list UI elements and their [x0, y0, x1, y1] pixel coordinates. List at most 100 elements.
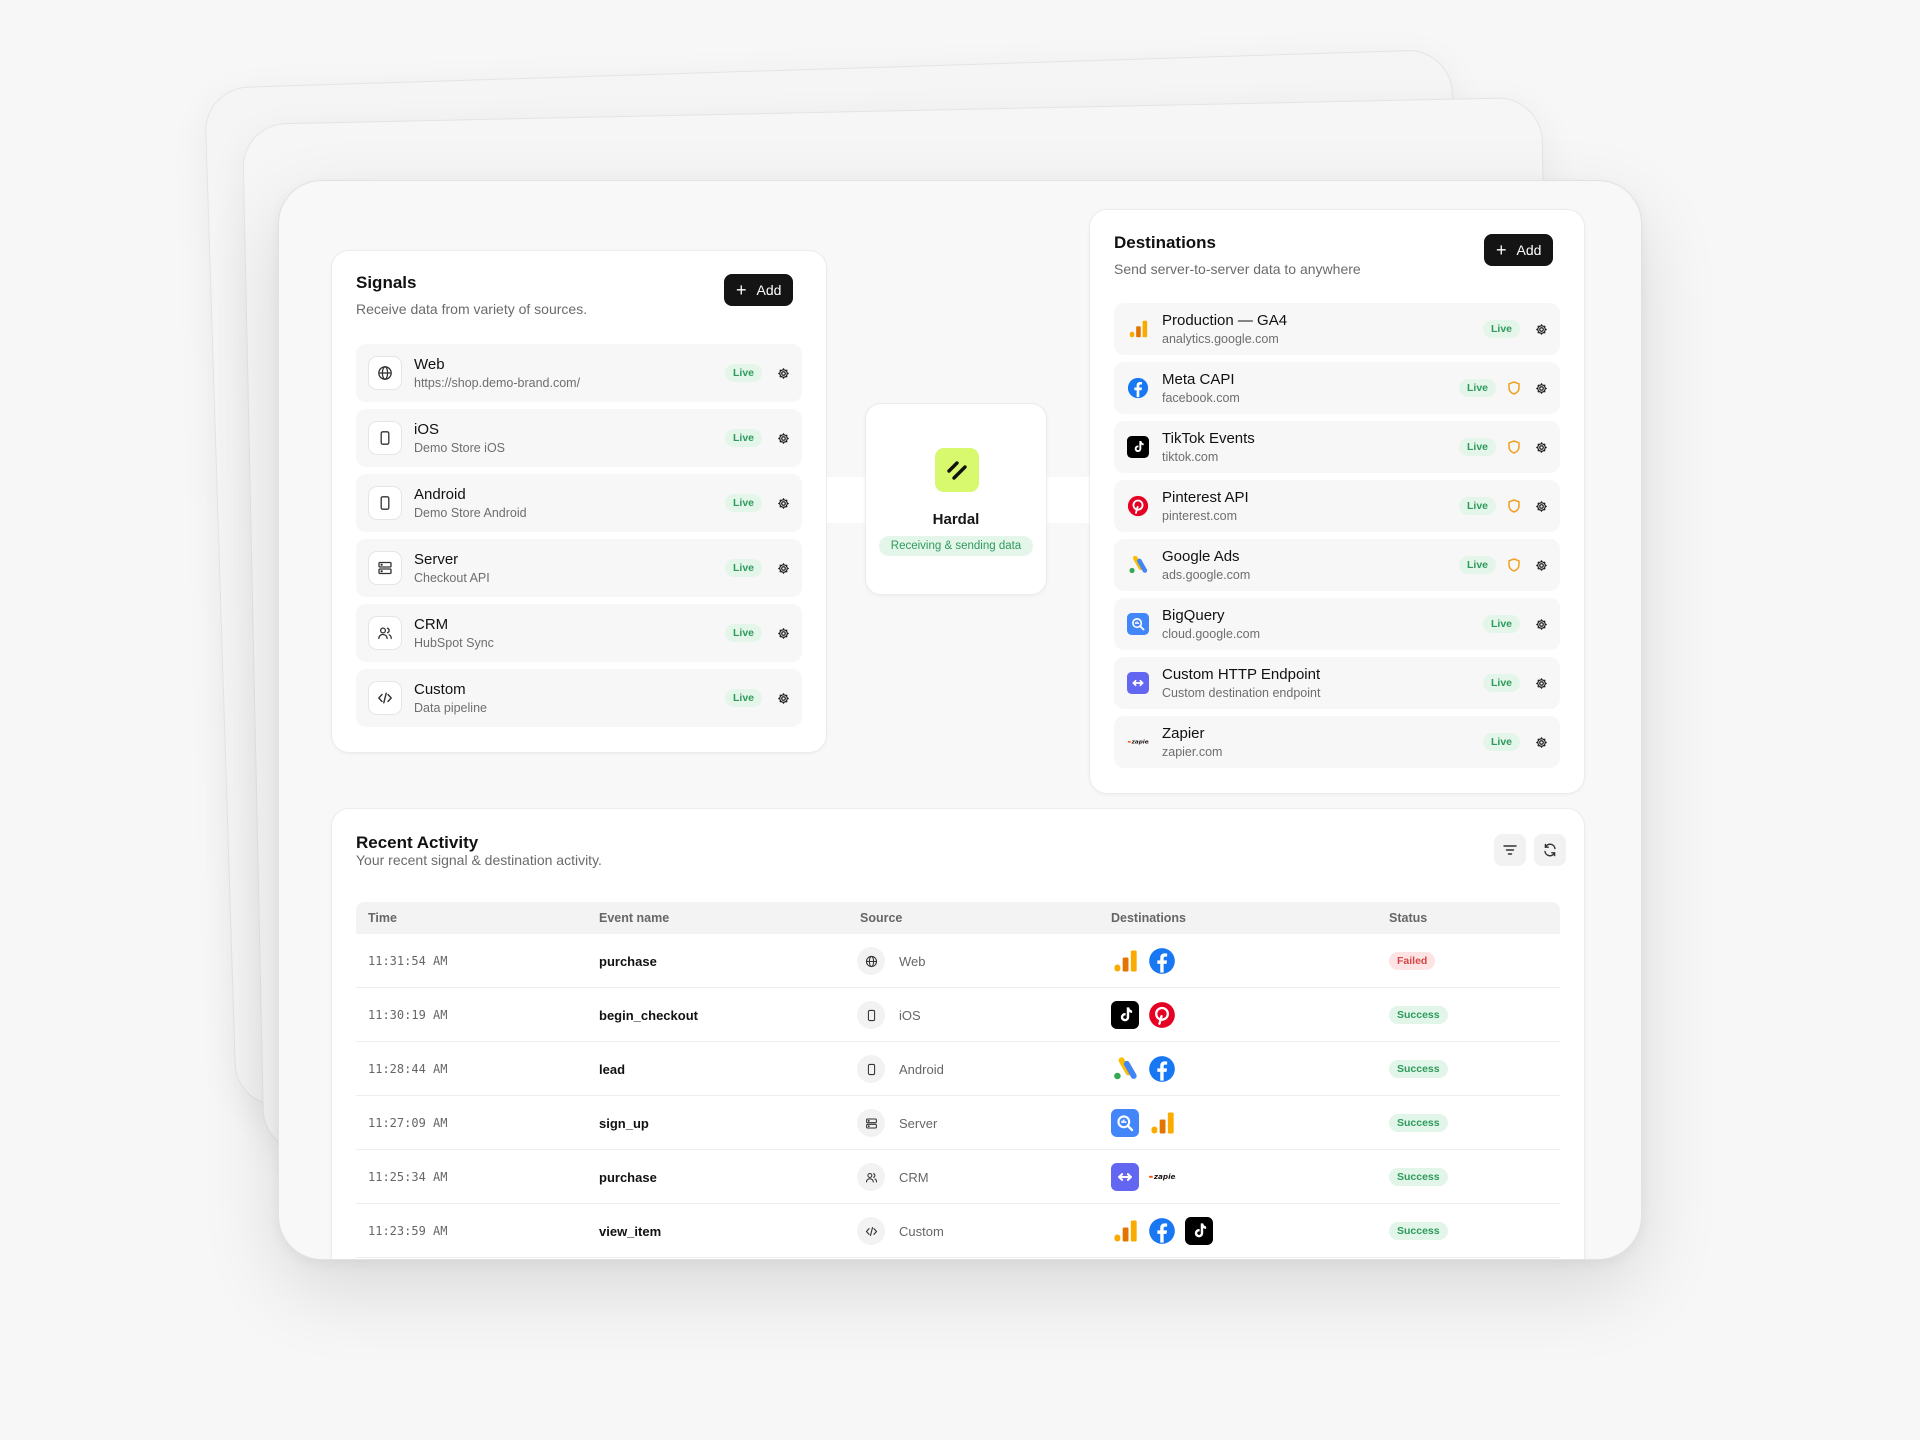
source-label: Custom [899, 1223, 944, 1239]
destination-desc: Custom destination endpoint [1162, 685, 1321, 700]
table-row[interactable]: 11:30:19 AM begin_checkout iOS Success [356, 988, 1560, 1042]
destination-text: Zapier zapier.com [1162, 725, 1483, 760]
signal-name: Server [414, 550, 459, 568]
refresh-icon [1544, 843, 1556, 857]
google-ads-icon [1126, 553, 1150, 577]
signal-text: Android Demo Store Android [414, 486, 725, 521]
status-badge: Live [1458, 379, 1496, 397]
source-label: Server [899, 1115, 938, 1131]
signal-row-ios[interactable]: iOS Demo Store iOS Live [356, 409, 802, 467]
table-row[interactable]: 11:23:59 AM view_item Custom Success [356, 1204, 1560, 1258]
status-badge: Success [1389, 1222, 1448, 1240]
status-badge: Success [1389, 1060, 1448, 1078]
filter-icon [1503, 845, 1517, 855]
add-destination-button[interactable]: + Add [1484, 234, 1554, 266]
destination-name: Zapier [1162, 724, 1205, 742]
destination-row[interactable]: zapier Zapier zapier.com Live [1114, 716, 1560, 768]
signal-desc: Data pipeline [414, 700, 487, 715]
source-label: CRM [899, 1169, 929, 1185]
status-badge: Live [724, 494, 762, 512]
destination-row[interactable]: Custom HTTP Endpoint Custom destination e… [1114, 657, 1560, 709]
gear-icon[interactable] [1534, 558, 1548, 572]
gear-icon[interactable] [1534, 676, 1548, 690]
pinterest-icon [1126, 494, 1150, 518]
facebook-icon [1148, 1055, 1176, 1083]
add-destination-label: Add [1516, 242, 1542, 258]
destination-desc: cloud.google.com [1162, 626, 1260, 641]
destination-name: Custom HTTP Endpoint [1162, 665, 1321, 683]
gear-icon[interactable] [1534, 735, 1548, 749]
destination-name: TikTok Events [1162, 429, 1255, 447]
users-icon [857, 1163, 885, 1191]
signal-row-android[interactable]: Android Demo Store Android Live [356, 474, 802, 532]
destination-row[interactable]: Google Ads ads.google.com Live [1114, 539, 1560, 591]
cell-destinations [1111, 1042, 1185, 1096]
gear-icon[interactable] [776, 366, 790, 380]
status-badge: Live [1458, 497, 1496, 515]
destination-row[interactable]: BigQuery cloud.google.com Live [1114, 598, 1560, 650]
destination-row[interactable]: TikTok Events tiktok.com Live [1114, 421, 1560, 473]
refresh-button[interactable] [1534, 834, 1566, 866]
gear-icon[interactable] [1534, 381, 1548, 395]
phone-icon [368, 421, 402, 455]
destination-desc: ads.google.com [1162, 567, 1251, 582]
gear-icon[interactable] [776, 561, 790, 575]
shield-icon[interactable] [1508, 440, 1520, 454]
gear-icon[interactable] [776, 496, 790, 510]
shield-icon[interactable] [1508, 499, 1520, 513]
zapier-icon: zapier [1148, 1163, 1176, 1191]
cell-source: iOS [857, 988, 921, 1042]
signal-row-crm[interactable]: CRM HubSpot Sync Live [356, 604, 802, 662]
gear-icon[interactable] [776, 431, 790, 445]
table-row[interactable]: 11:31:54 AM purchase Web Failed [356, 934, 1560, 988]
signal-row-custom[interactable]: Custom Data pipeline Live [356, 669, 802, 727]
zapier-icon: zapier [1126, 730, 1150, 754]
filter-button[interactable] [1494, 834, 1526, 866]
signal-name: Android [414, 485, 466, 503]
cell-source: Android [857, 1042, 944, 1096]
signal-text: iOS Demo Store iOS [414, 421, 725, 456]
destination-row[interactable]: Meta CAPI facebook.com Live [1114, 362, 1560, 414]
hub-card[interactable]: Hardal Receiving & sending data [865, 403, 1047, 595]
bigquery-icon [1126, 612, 1150, 636]
destination-row[interactable]: Production — GA4 analytics.google.com Live [1114, 303, 1560, 355]
signal-row-web[interactable]: Web https://shop.demo-brand.com/Live [356, 344, 802, 402]
gear-icon[interactable] [1534, 322, 1548, 336]
gear-icon[interactable] [1534, 499, 1548, 513]
hub-connector-right [1045, 477, 1093, 523]
signal-row-server[interactable]: Server Checkout API Live [356, 539, 802, 597]
table-row[interactable]: 11:27:09 AM sign_up Server Success [356, 1096, 1560, 1150]
add-signal-button[interactable]: + Add [724, 274, 794, 306]
source-label: iOS [899, 1007, 921, 1023]
globe-icon [368, 356, 402, 390]
destination-row[interactable]: Pinterest API pinterest.com Live [1114, 480, 1560, 532]
gear-icon[interactable] [776, 626, 790, 640]
status-badge: Failed [1389, 952, 1436, 970]
ga4-icon [1111, 947, 1139, 975]
cell-event-name: purchase [599, 1169, 657, 1185]
shield-icon[interactable] [1508, 558, 1520, 572]
status-badge: Live [1482, 674, 1520, 692]
destination-name: Meta CAPI [1162, 370, 1235, 388]
shield-icon[interactable] [1508, 381, 1520, 395]
table-row[interactable]: 11:28:44 AM lead Android Success [356, 1042, 1560, 1096]
hub-name: Hardal [932, 511, 980, 528]
destinations-panel: Destinations Send server-to-server data … [1089, 209, 1585, 794]
facebook-icon [1148, 1217, 1176, 1245]
gear-icon[interactable] [1534, 440, 1548, 454]
hardal-logo-icon [935, 448, 979, 492]
cell-time: 11:27:09 AM [368, 1116, 448, 1130]
signal-desc: Checkout API [414, 570, 490, 585]
status-badge: Live [724, 559, 762, 577]
cell-destinations [1111, 934, 1185, 988]
destination-text: Production — GA4 analytics.google.com [1162, 312, 1483, 347]
table-row[interactable]: 11:25:34 AM purchase CRM zapier Success [356, 1150, 1560, 1204]
activity-subtitle: Your recent signal & destination activit… [356, 852, 602, 868]
server-icon [857, 1109, 885, 1137]
cell-time: 11:28:44 AM [368, 1062, 448, 1076]
gear-icon[interactable] [776, 691, 790, 705]
code-icon [857, 1217, 885, 1245]
status-badge: Success [1389, 1168, 1448, 1186]
gear-icon[interactable] [1534, 617, 1548, 631]
signals-subtitle: Receive data from variety of sources. [356, 301, 588, 317]
